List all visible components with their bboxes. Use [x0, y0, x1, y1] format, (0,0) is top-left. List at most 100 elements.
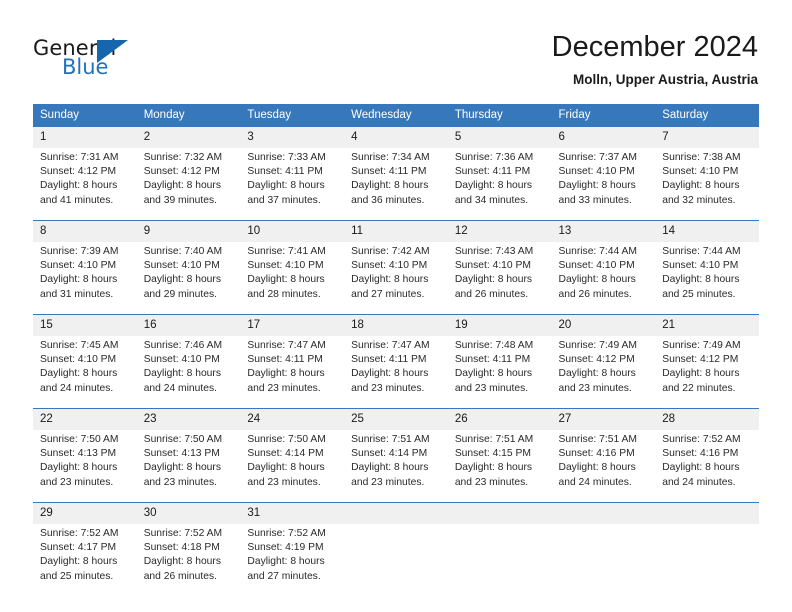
day-number[interactable]: 6: [552, 127, 656, 148]
daylight-text-line2: and 23 minutes.: [247, 382, 321, 394]
day-cell[interactable]: Sunrise: 7:32 AM Sunset: 4:12 PM Dayligh…: [137, 148, 241, 212]
day-cell[interactable]: Sunrise: 7:37 AM Sunset: 4:10 PM Dayligh…: [552, 148, 656, 212]
day-cell[interactable]: Sunrise: 7:46 AM Sunset: 4:10 PM Dayligh…: [137, 336, 241, 400]
day-cell[interactable]: Sunrise: 7:52 AM Sunset: 4:19 PM Dayligh…: [240, 524, 344, 588]
sunset-text: Sunset: 4:11 PM: [454, 354, 531, 366]
sunrise-text: Sunrise: 7:52 AM: [662, 434, 741, 445]
day-cell[interactable]: Sunrise: 7:45 AM Sunset: 4:10 PM Dayligh…: [33, 336, 137, 400]
day-cell[interactable]: Sunrise: 7:47 AM Sunset: 4:11 PM Dayligh…: [344, 336, 448, 400]
day-cell[interactable]: Sunrise: 7:50 AM Sunset: 4:13 PM Dayligh…: [33, 430, 137, 494]
day-number[interactable]: 10: [240, 221, 344, 242]
day-cell-empty: [344, 524, 448, 588]
daylight-text-line2: and 23 minutes.: [247, 476, 321, 488]
day-cell-empty: [655, 524, 759, 588]
day-number[interactable]: 30: [137, 503, 241, 524]
daylight-text-line2: and 23 minutes.: [454, 382, 529, 394]
day-number[interactable]: 23: [137, 409, 241, 430]
sunrise-text: Sunrise: 7:36 AM: [454, 152, 534, 163]
sunrise-text: Sunrise: 7:37 AM: [558, 152, 637, 163]
sunrise-text: Sunrise: 7:50 AM: [40, 434, 119, 445]
day-number[interactable]: 25: [344, 409, 448, 430]
sunset-text: Sunset: 4:11 PM: [351, 354, 427, 366]
day-cell[interactable]: Sunrise: 7:42 AM Sunset: 4:10 PM Dayligh…: [344, 242, 448, 306]
daylight-text-line1: Daylight: 8 hours: [558, 274, 636, 286]
day-number[interactable]: 21: [655, 315, 759, 336]
day-cell[interactable]: Sunrise: 7:31 AM Sunset: 4:12 PM Dayligh…: [33, 148, 137, 212]
week-detail-strip: Sunrise: 7:39 AM Sunset: 4:10 PM Dayligh…: [33, 242, 759, 306]
day-cell[interactable]: Sunrise: 7:51 AM Sunset: 4:16 PM Dayligh…: [552, 430, 656, 494]
day-cell[interactable]: Sunrise: 7:52 AM Sunset: 4:17 PM Dayligh…: [33, 524, 137, 588]
weekday-header-saturday: Saturday: [662, 109, 709, 121]
sunset-text: Sunset: 4:12 PM: [558, 354, 635, 366]
day-cell[interactable]: Sunrise: 7:38 AM Sunset: 4:10 PM Dayligh…: [655, 148, 759, 212]
day-number[interactable]: 19: [448, 315, 552, 336]
day-cell[interactable]: Sunrise: 7:47 AM Sunset: 4:11 PM Dayligh…: [240, 336, 344, 400]
day-number[interactable]: 7: [655, 127, 759, 148]
day-number[interactable]: 26: [448, 409, 552, 430]
day-cell[interactable]: Sunrise: 7:52 AM Sunset: 4:16 PM Dayligh…: [655, 430, 759, 494]
day-number[interactable]: 1: [33, 127, 137, 148]
day-cell[interactable]: Sunrise: 7:50 AM Sunset: 4:13 PM Dayligh…: [137, 430, 241, 494]
daylight-text-line1: Daylight: 8 hours: [351, 180, 429, 192]
day-number[interactable]: 12: [448, 221, 552, 242]
sunset-text: Sunset: 4:18 PM: [143, 542, 220, 554]
day-number[interactable]: 13: [552, 221, 656, 242]
sunrise-text: Sunrise: 7:44 AM: [662, 246, 741, 257]
day-cell[interactable]: Sunrise: 7:44 AM Sunset: 4:10 PM Dayligh…: [552, 242, 656, 306]
sunrise-text: Sunrise: 7:48 AM: [454, 340, 534, 351]
sunrise-text: Sunrise: 7:47 AM: [351, 340, 430, 351]
day-cell[interactable]: Sunrise: 7:43 AM Sunset: 4:10 PM Dayligh…: [448, 242, 552, 306]
day-number[interactable]: 4: [344, 127, 448, 148]
day-number[interactable]: 22: [33, 409, 137, 430]
day-number[interactable]: 27: [552, 409, 656, 430]
day-number[interactable]: 2: [137, 127, 241, 148]
daylight-text-line1: Daylight: 8 hours: [40, 556, 118, 568]
sunset-text: Sunset: 4:13 PM: [40, 448, 117, 460]
day-number[interactable]: 17: [240, 315, 344, 336]
day-number[interactable]: 8: [33, 221, 137, 242]
brand-logo[interactable]: General Blue: [33, 36, 253, 86]
day-cell[interactable]: Sunrise: 7:33 AM Sunset: 4:11 PM Dayligh…: [240, 148, 344, 212]
sunrise-text: Sunrise: 7:49 AM: [662, 340, 741, 351]
day-cell[interactable]: Sunrise: 7:36 AM Sunset: 4:11 PM Dayligh…: [448, 148, 552, 212]
daylight-text-line2: and 23 minutes.: [351, 476, 425, 488]
daylight-text-line2: and 39 minutes.: [143, 194, 217, 206]
daylight-text-line1: Daylight: 8 hours: [454, 180, 533, 192]
day-cell[interactable]: Sunrise: 7:50 AM Sunset: 4:14 PM Dayligh…: [240, 430, 344, 494]
day-number[interactable]: 14: [655, 221, 759, 242]
day-number[interactable]: 24: [240, 409, 344, 430]
day-number[interactable]: 9: [137, 221, 241, 242]
day-number[interactable]: 11: [344, 221, 448, 242]
day-cell[interactable]: Sunrise: 7:34 AM Sunset: 4:11 PM Dayligh…: [344, 148, 448, 212]
week-detail-strip: Sunrise: 7:50 AM Sunset: 4:13 PM Dayligh…: [33, 430, 759, 494]
day-number[interactable]: 3: [240, 127, 344, 148]
sunrise-text: Sunrise: 7:38 AM: [662, 152, 741, 163]
day-number[interactable]: 28: [655, 409, 759, 430]
daylight-text-line2: and 26 minutes.: [558, 288, 632, 300]
daylight-text-line2: and 24 minutes.: [143, 382, 217, 394]
day-cell[interactable]: Sunrise: 7:51 AM Sunset: 4:15 PM Dayligh…: [448, 430, 552, 494]
day-number[interactable]: 16: [137, 315, 241, 336]
day-number[interactable]: 31: [240, 503, 344, 524]
day-number[interactable]: 20: [552, 315, 656, 336]
daylight-text-line1: Daylight: 8 hours: [247, 274, 325, 286]
day-number[interactable]: 29: [33, 503, 137, 524]
day-cell[interactable]: Sunrise: 7:49 AM Sunset: 4:12 PM Dayligh…: [552, 336, 656, 400]
day-cell[interactable]: Sunrise: 7:51 AM Sunset: 4:14 PM Dayligh…: [344, 430, 448, 494]
sunset-text: Sunset: 4:14 PM: [247, 448, 324, 460]
day-number[interactable]: 5: [448, 127, 552, 148]
day-cell[interactable]: Sunrise: 7:48 AM Sunset: 4:11 PM Dayligh…: [448, 336, 552, 400]
day-cell[interactable]: Sunrise: 7:44 AM Sunset: 4:10 PM Dayligh…: [655, 242, 759, 306]
day-number[interactable]: 15: [33, 315, 137, 336]
week-detail-strip: Sunrise: 7:31 AM Sunset: 4:12 PM Dayligh…: [33, 148, 759, 212]
day-cell[interactable]: Sunrise: 7:49 AM Sunset: 4:12 PM Dayligh…: [655, 336, 759, 400]
week-row: 1 2 3 4 5 6 7 Sunrise: 7:31 AM Sunset: 4…: [33, 127, 759, 212]
sunrise-text: Sunrise: 7:50 AM: [143, 434, 223, 445]
day-cell[interactable]: Sunrise: 7:41 AM Sunset: 4:10 PM Dayligh…: [240, 242, 344, 306]
day-cell[interactable]: Sunrise: 7:52 AM Sunset: 4:18 PM Dayligh…: [137, 524, 241, 588]
day-cell[interactable]: Sunrise: 7:40 AM Sunset: 4:10 PM Dayligh…: [137, 242, 241, 306]
day-cell[interactable]: Sunrise: 7:39 AM Sunset: 4:10 PM Dayligh…: [33, 242, 137, 306]
sunset-text: Sunset: 4:10 PM: [454, 260, 531, 272]
day-number[interactable]: 18: [344, 315, 448, 336]
day-number-empty: [552, 503, 656, 524]
